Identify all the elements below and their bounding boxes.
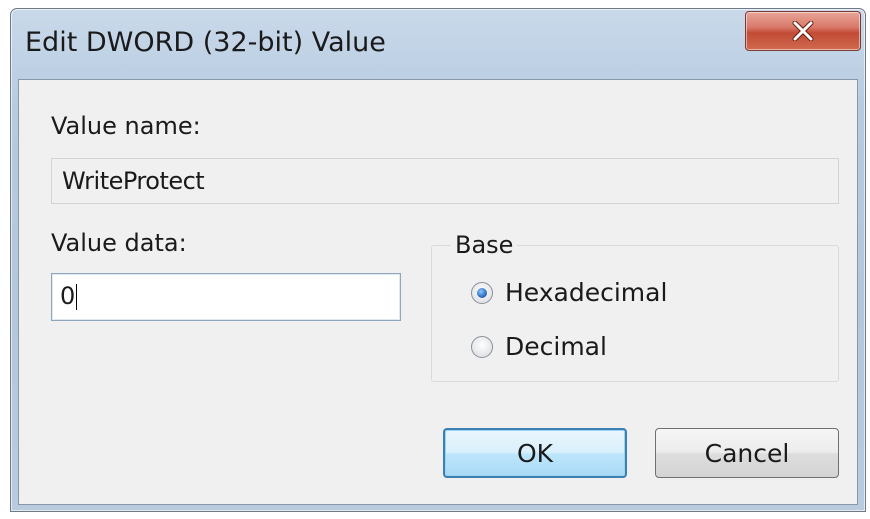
- value-name-field: WriteProtect: [51, 158, 839, 204]
- radio-checked-icon[interactable]: [471, 281, 493, 304]
- value-data-input[interactable]: 0: [51, 273, 401, 321]
- close-x-icon: [792, 21, 814, 41]
- radio-hexadecimal[interactable]: Hexadecimal: [471, 278, 667, 307]
- title-bar[interactable]: Edit DWORD (32-bit) Value: [11, 9, 865, 73]
- base-groupbox: [431, 245, 839, 382]
- radio-decimal-label: Decimal: [505, 332, 607, 361]
- value-data-text: 0: [60, 282, 76, 310]
- base-group-title: Base: [451, 231, 518, 259]
- cancel-button[interactable]: Cancel: [655, 428, 839, 478]
- text-caret: [76, 284, 78, 310]
- close-button[interactable]: [745, 11, 861, 51]
- dialog-body: Value name: WriteProtect Value data: 0 B…: [18, 79, 858, 505]
- radio-unchecked-icon[interactable]: [471, 335, 493, 358]
- value-name-label: Value name:: [51, 112, 201, 140]
- window-title: Edit DWORD (32-bit) Value: [25, 27, 386, 58]
- radio-hexadecimal-label: Hexadecimal: [505, 278, 668, 307]
- ok-button[interactable]: OK: [443, 428, 627, 478]
- radio-decimal[interactable]: Decimal: [471, 332, 607, 361]
- value-data-label: Value data:: [51, 229, 187, 257]
- dialog-window: Edit DWORD (32-bit) Value Value name: Wr…: [10, 8, 866, 512]
